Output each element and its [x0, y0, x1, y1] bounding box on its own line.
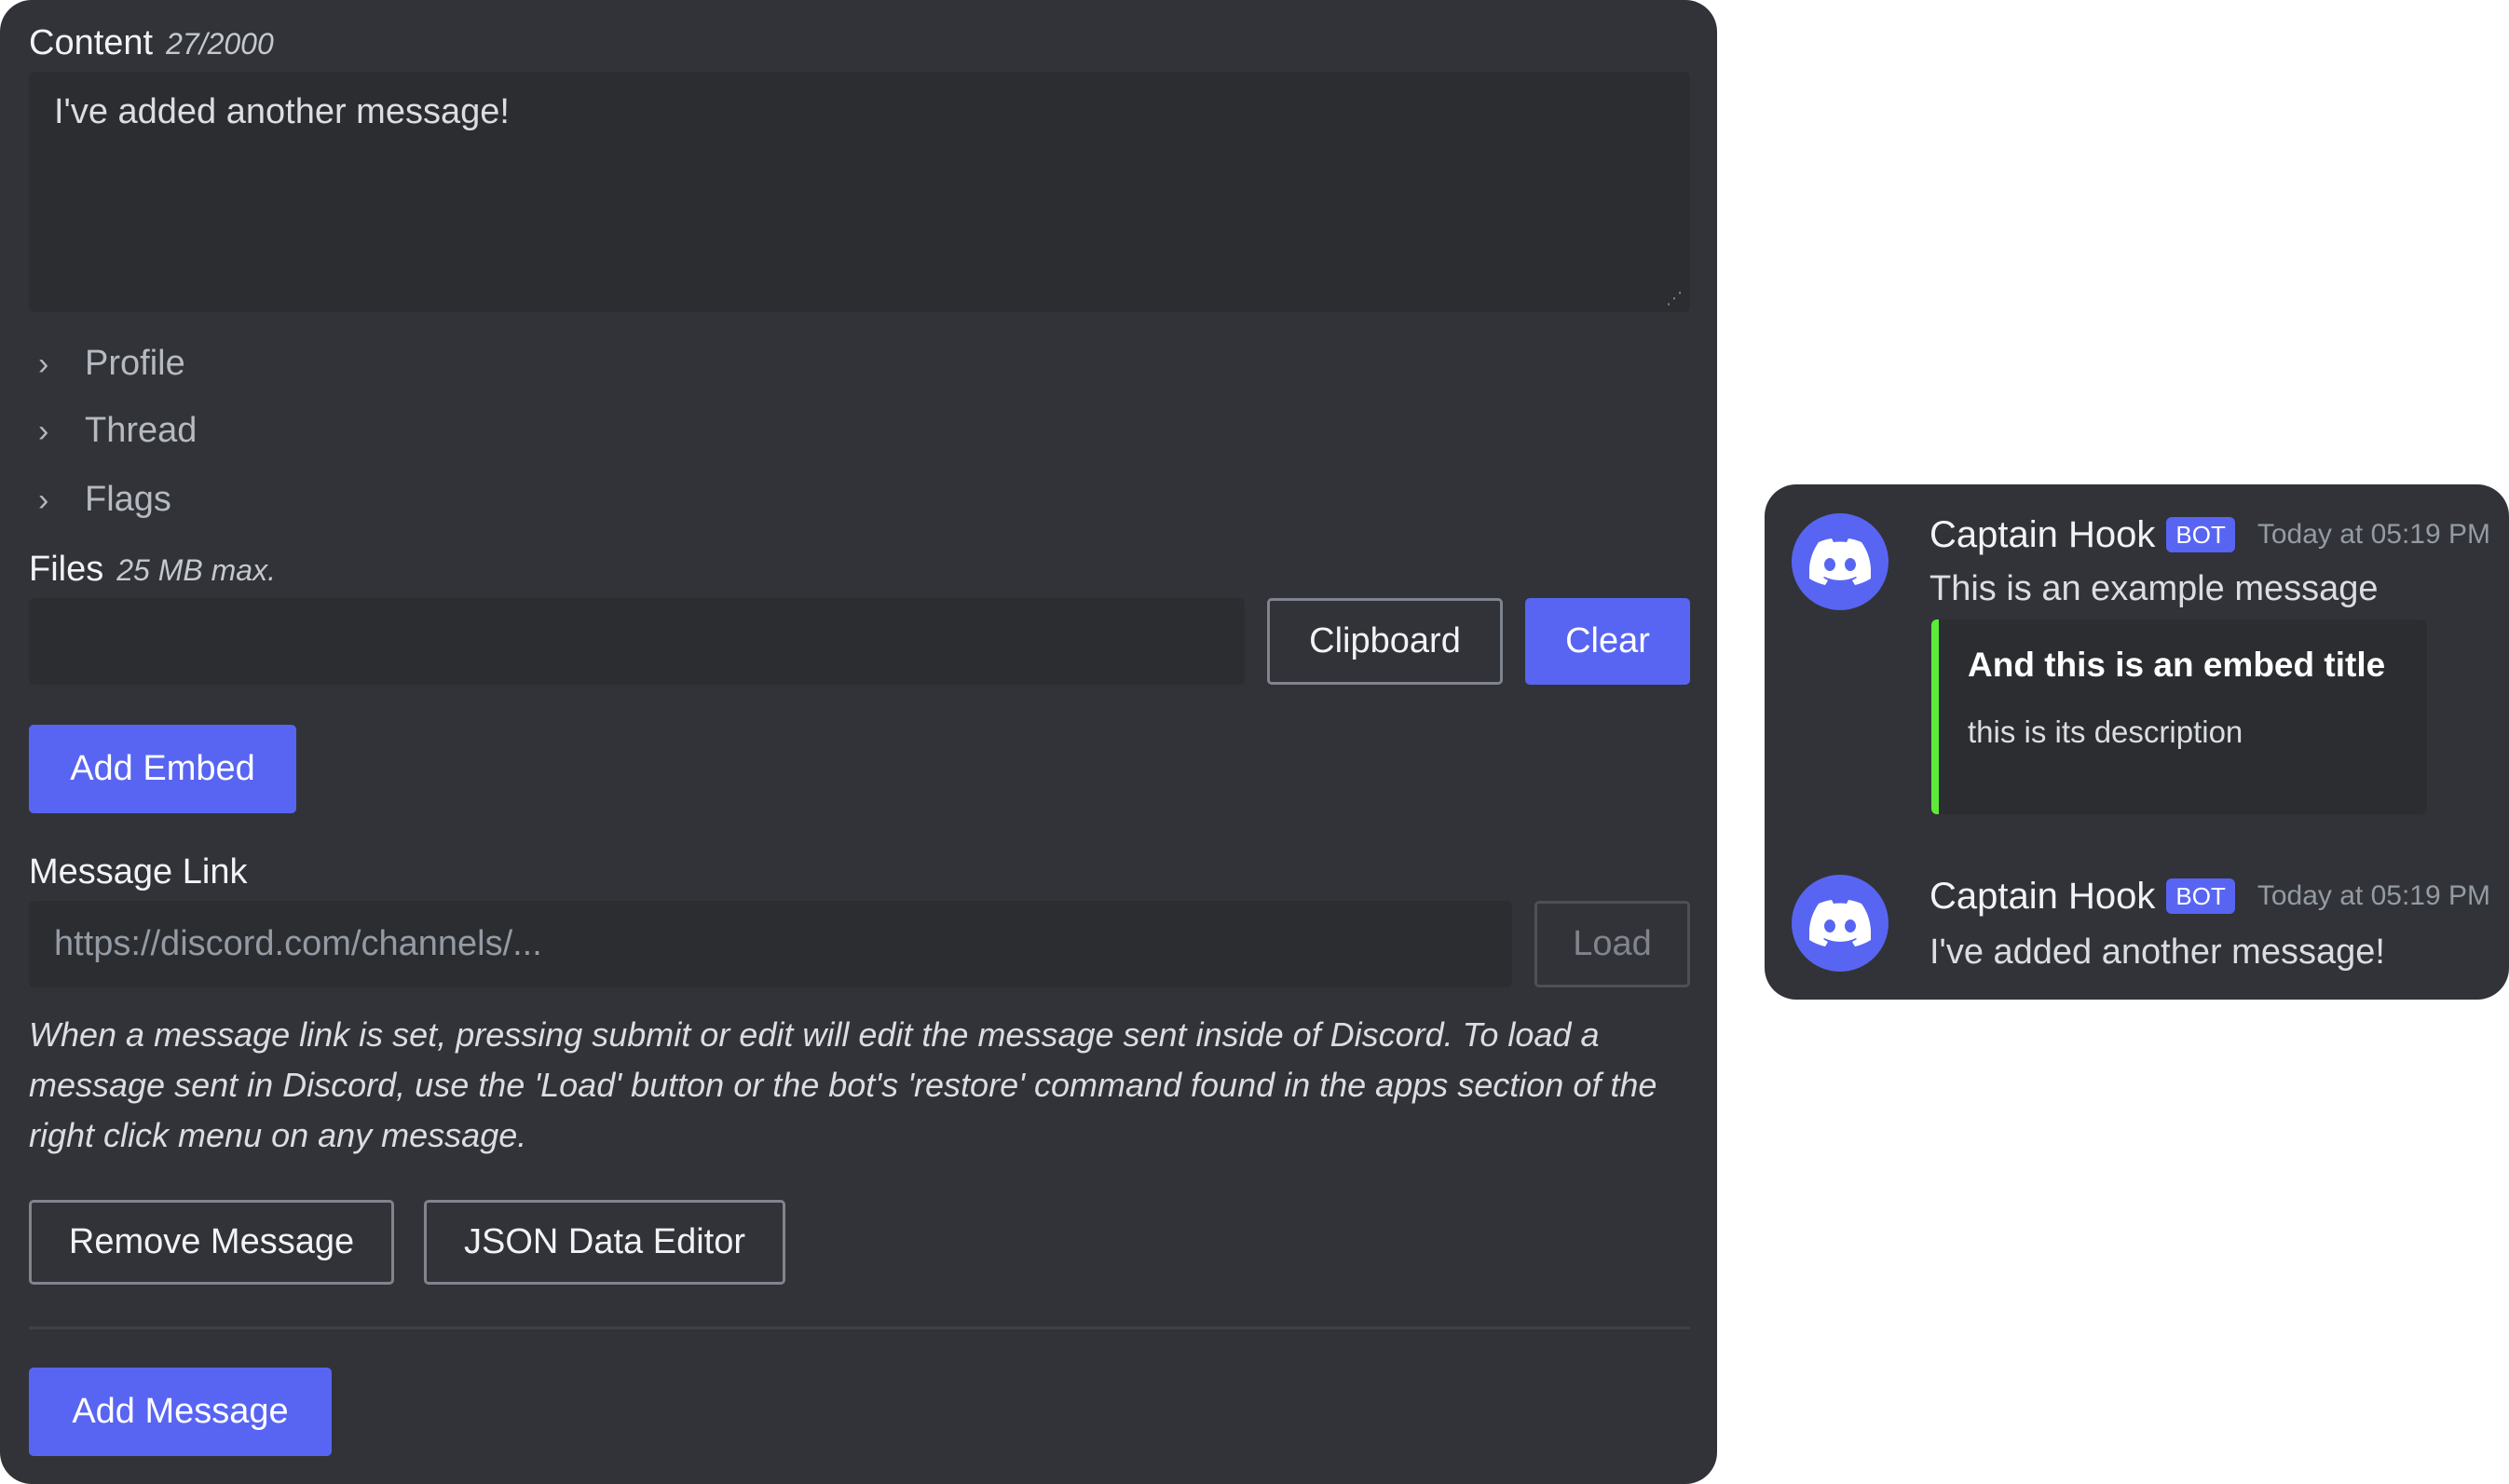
files-label-text: Files	[29, 550, 103, 589]
character-count: 27/2000	[166, 27, 274, 61]
message-link-input[interactable]: https://discord.com/channels/...	[29, 901, 1512, 987]
chevron-right-icon: ›	[29, 477, 85, 524]
section-flags[interactable]: ›Flags	[29, 476, 171, 523]
load-button[interactable]: Load	[1534, 901, 1690, 987]
avatar	[1792, 513, 1889, 610]
section-label: Flags	[85, 480, 171, 519]
author-name[interactable]: Captain Hook	[1929, 873, 2155, 919]
resize-handle-icon[interactable]: ⋰	[1666, 289, 1683, 308]
bot-badge: BOT	[2166, 517, 2234, 552]
embed: And this is an embed title this is its d…	[1931, 619, 2427, 814]
author-name[interactable]: Captain Hook	[1929, 511, 2155, 558]
message-content: I've added another message!	[1929, 929, 2385, 975]
avatar	[1792, 875, 1889, 972]
chevron-right-icon: ›	[29, 408, 85, 455]
section-thread[interactable]: ›Thread	[29, 407, 197, 454]
message-header: Captain Hook BOT Today at 05:19 PM	[1929, 511, 2490, 558]
timestamp: Today at 05:19 PM	[2257, 873, 2490, 919]
add-message-button[interactable]: Add Message	[29, 1368, 332, 1456]
message-preview: Captain Hook BOT Today at 05:19 PM This is…	[1765, 484, 2509, 1000]
remove-message-button[interactable]: Remove Message	[29, 1200, 394, 1285]
message-link-label: Message Link	[29, 849, 247, 895]
embed-description: this is its description	[1968, 715, 2243, 750]
section-profile[interactable]: ›Profile	[29, 340, 185, 387]
bot-badge: BOT	[2166, 878, 2234, 914]
timestamp: Today at 05:19 PM	[2257, 511, 2490, 558]
content-label: Content 27/2000	[29, 20, 274, 66]
add-embed-button[interactable]: Add Embed	[29, 725, 296, 813]
section-label: Thread	[85, 411, 197, 450]
content-textarea[interactable]: I've added another message! ⋰	[29, 72, 1690, 312]
message-header: Captain Hook BOT Today at 05:19 PM	[1929, 873, 2490, 919]
divider	[29, 1327, 1690, 1329]
content-label-text: Content	[29, 23, 153, 62]
embed-title: And this is an embed title	[1968, 646, 2385, 685]
content-value: I've added another message!	[54, 92, 510, 131]
files-limit: 25 MB max.	[116, 553, 276, 587]
files-input[interactable]	[29, 598, 1245, 685]
clear-button[interactable]: Clear	[1525, 598, 1690, 685]
message-editor-panel: Content 27/2000 I've added another messag…	[0, 0, 1717, 1484]
section-label: Profile	[85, 344, 185, 383]
chevron-right-icon: ›	[29, 341, 85, 388]
json-data-editor-button[interactable]: JSON Data Editor	[424, 1200, 785, 1285]
discord-logo-icon	[1809, 900, 1871, 946]
discord-logo-icon	[1809, 538, 1871, 585]
clipboard-button[interactable]: Clipboard	[1267, 598, 1503, 685]
message-link-help-text: When a message link is set, pressing sub…	[29, 1010, 1697, 1161]
files-label: Files 25 MB max.	[29, 546, 276, 592]
message-content: This is an example message	[1929, 565, 2379, 612]
